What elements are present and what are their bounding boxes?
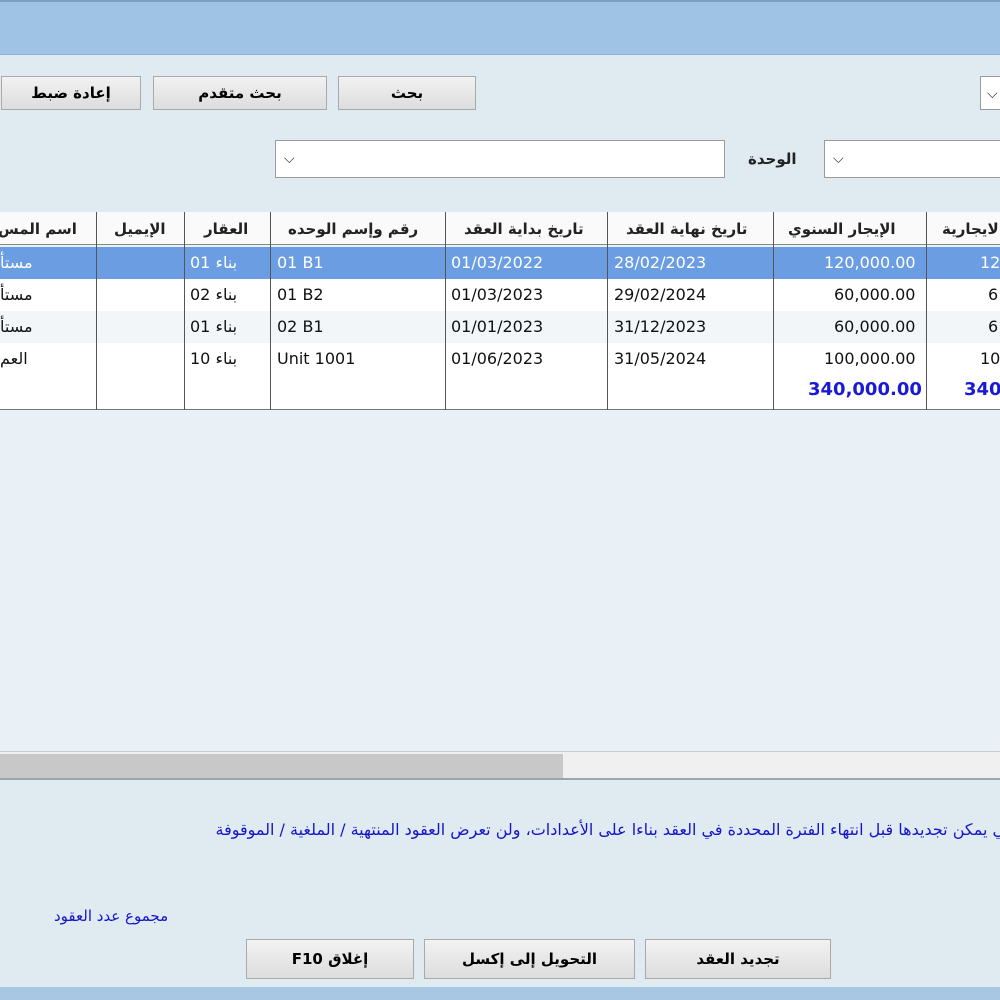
- col-start-date[interactable]: تاريخ بداية العقد: [464, 220, 584, 238]
- secondary-combo[interactable]: ⌵: [824, 140, 1000, 178]
- grid-data-bottom-border: [0, 409, 1000, 410]
- window-bottom-border: [0, 987, 1000, 1000]
- export-excel-button[interactable]: التحويل إلى إكسل: [424, 939, 635, 979]
- table-row[interactable]: العم بناء 10 Unit 1001 01/06/2023 31/05/…: [0, 343, 1000, 375]
- cell-tenant: مستأ: [0, 317, 33, 336]
- col-annual-rent[interactable]: الإيجار السنوي: [788, 220, 896, 238]
- col-separator: [96, 212, 97, 410]
- contracts-count-label: مجموع عدد العقود: [54, 907, 169, 925]
- grid-header: اسم المس الإيميل العقار رقم وإسم الوحده …: [0, 212, 1000, 245]
- col-separator: [270, 212, 271, 410]
- cell-annual: 60,000.00: [834, 317, 916, 336]
- col-separator: [773, 212, 774, 410]
- cell-annual: 60,000.00: [834, 285, 916, 304]
- table-row[interactable]: مستأ بناء 01 02 B1 01/01/2023 31/12/2023…: [0, 311, 1000, 343]
- unit-combo[interactable]: ⌵: [275, 140, 725, 178]
- cell-tenant: مستأ: [0, 253, 33, 272]
- cell-end: 28/02/2023: [614, 253, 707, 272]
- chevron-down-icon: ⌵: [987, 86, 998, 102]
- advanced-search-button[interactable]: بحث متقدم: [153, 76, 327, 110]
- cell-unit: 01 B1: [277, 253, 324, 272]
- contracts-grid[interactable]: اسم المس الإيميل العقار رقم وإسم الوحده …: [0, 212, 1000, 777]
- renew-contract-button[interactable]: تجديد العقد: [645, 939, 831, 979]
- cell-unit: 02 B1: [277, 317, 324, 336]
- col-unit[interactable]: رقم وإسم الوحده: [288, 220, 418, 238]
- cell-extra: 6: [988, 285, 999, 304]
- cell-extra: 10: [980, 349, 1000, 368]
- table-row[interactable]: مستأ بناء 02 01 B2 01/03/2023 29/02/2024…: [0, 279, 1000, 311]
- cell-property: بناء 01: [190, 253, 238, 272]
- unit-label: الوحدة: [748, 150, 797, 168]
- cell-tenant: مستأ: [0, 285, 33, 304]
- col-separator: [607, 212, 608, 410]
- window-titlebar: [0, 0, 1000, 55]
- horizontal-scrollbar[interactable]: [0, 751, 1000, 778]
- col-rental-extra[interactable]: لايجارية: [942, 220, 999, 238]
- col-property[interactable]: العقار: [204, 220, 248, 238]
- cell-annual: 120,000.00: [824, 253, 916, 272]
- cell-property: بناء 10: [190, 349, 238, 368]
- cell-end: 31/12/2023: [614, 317, 707, 336]
- cell-start: 01/03/2023: [451, 285, 544, 304]
- info-note: التي يمكن تجديدها قبل انتهاء الفترة المح…: [215, 820, 1000, 839]
- totals-row: 340,000.00 340: [0, 375, 1000, 409]
- scrollbar-thumb[interactable]: [0, 754, 563, 778]
- col-email[interactable]: الإيميل: [114, 220, 166, 238]
- col-end-date[interactable]: تاريخ نهاية العقد: [626, 220, 747, 238]
- cell-start: 01/03/2022: [451, 253, 544, 272]
- table-row[interactable]: مستأ بناء 01 01 B1 01/03/2022 28/02/2023…: [0, 247, 1000, 279]
- separator: [0, 778, 1000, 780]
- cell-unit: Unit 1001: [277, 349, 356, 368]
- col-separator: [445, 212, 446, 410]
- filter-combo-top-right[interactable]: ⌵: [980, 76, 1000, 110]
- col-tenant-name[interactable]: اسم المس: [0, 220, 77, 238]
- total-annual-rent: 340,000.00: [808, 379, 922, 400]
- reset-button[interactable]: إعادة ضبط: [1, 76, 141, 110]
- cell-property: بناء 02: [190, 285, 238, 304]
- cell-extra: 6: [988, 317, 999, 336]
- cell-unit: 01 B2: [277, 285, 324, 304]
- close-button[interactable]: إغلاق F10: [246, 939, 414, 979]
- col-separator: [926, 212, 927, 410]
- search-button[interactable]: بحث: [338, 76, 476, 110]
- total-extra: 340: [964, 379, 1000, 400]
- cell-start: 01/06/2023: [451, 349, 544, 368]
- chevron-down-icon: ⌵: [833, 151, 844, 167]
- titlebar-border: [0, 0, 1000, 2]
- cell-start: 01/01/2023: [451, 317, 544, 336]
- chevron-down-icon: ⌵: [284, 151, 295, 167]
- cell-tenant: العم: [0, 349, 28, 368]
- cell-property: بناء 01: [190, 317, 238, 336]
- cell-annual: 100,000.00: [824, 349, 916, 368]
- col-separator: [184, 212, 185, 410]
- cell-extra: 12: [980, 253, 1000, 272]
- cell-end: 29/02/2024: [614, 285, 707, 304]
- cell-end: 31/05/2024: [614, 349, 707, 368]
